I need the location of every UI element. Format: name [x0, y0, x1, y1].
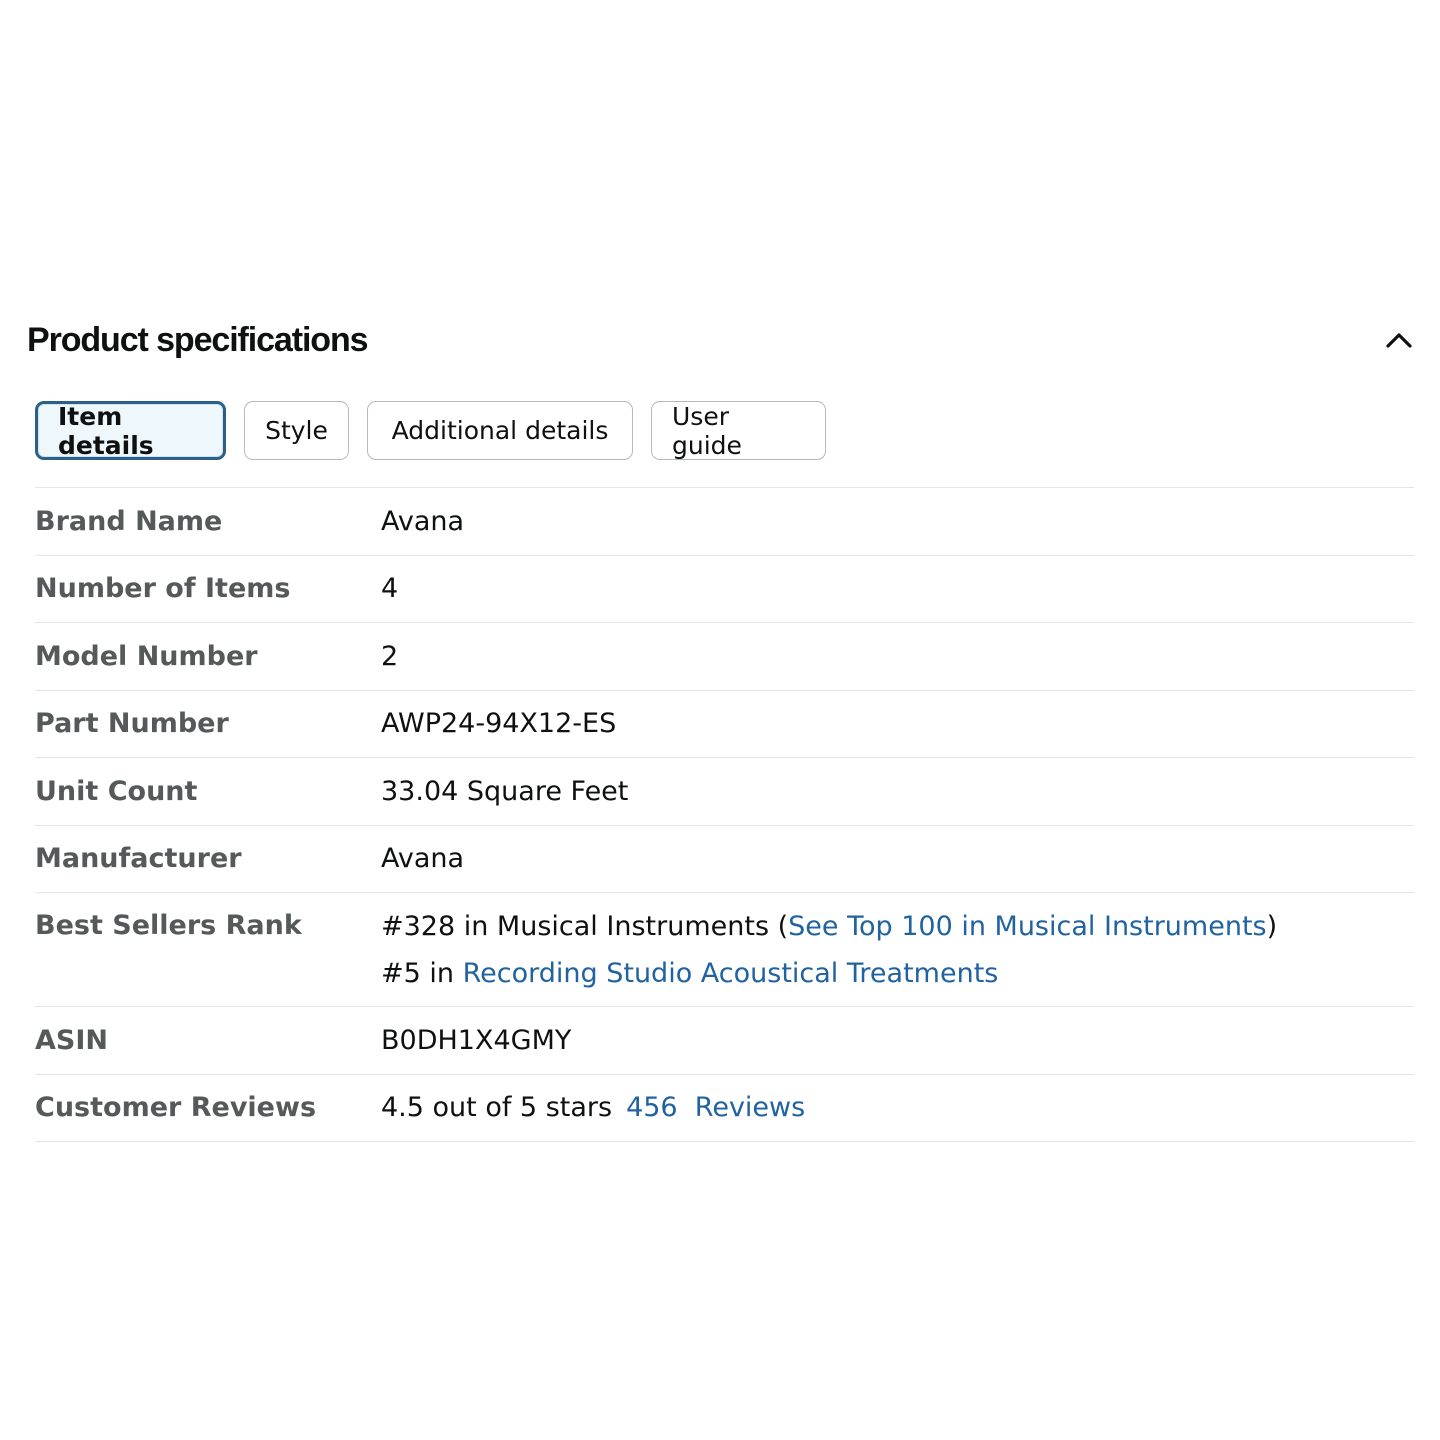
spec-row-best-sellers-rank: Best Sellers Rank #328 in Musical Instru…	[35, 893, 1414, 1007]
rating-text: 4.5 out of 5 stars	[381, 1092, 613, 1124]
tab-style[interactable]: Style	[244, 401, 349, 460]
spec-row-brand-name: Brand Name Avana	[35, 488, 1414, 556]
tab-item-details[interactable]: Item details	[35, 401, 226, 460]
spec-value: Avana	[381, 843, 465, 875]
spec-row-customer-reviews: Customer Reviews 4.5 out of 5 stars 456 R…	[35, 1075, 1414, 1142]
spec-value: 4	[381, 573, 399, 605]
spec-value: AWP24-94X12-ES	[381, 708, 617, 740]
tab-user-guide[interactable]: User guide	[651, 401, 826, 460]
section-title: Product specifications	[27, 321, 369, 359]
spec-value: 2	[381, 640, 399, 672]
spec-table: Brand Name Avana Number of Items 4 Model…	[35, 487, 1414, 1142]
rank-2-text: #5 in	[381, 957, 463, 989]
category-link[interactable]: Recording Studio Acoustical Treatments	[463, 958, 999, 989]
tab-additional-details[interactable]: Additional details	[367, 401, 633, 460]
spec-row-part-number: Part Number AWP24-94X12-ES	[35, 691, 1414, 758]
spec-label: Model Number	[35, 640, 258, 672]
collapse-button[interactable]	[1381, 322, 1417, 358]
reviews-link[interactable]: 456 Reviews	[626, 1092, 805, 1123]
spec-row-number-of-items: Number of Items 4	[35, 556, 1414, 623]
spec-row-model-number: Model Number 2	[35, 623, 1414, 691]
spec-row-asin: ASIN B0DH1X4GMY	[35, 1007, 1414, 1075]
review-count[interactable]: 456	[626, 1092, 678, 1123]
spec-value-rank: #328 in Musical Instruments (See Top 100…	[381, 903, 1414, 997]
spec-label: Unit Count	[35, 775, 198, 807]
spec-label: Manufacturer	[35, 843, 242, 875]
rank-line-2: #5 in Recording Studio Acoustical Treatm…	[381, 950, 1414, 997]
spec-row-manufacturer: Manufacturer Avana	[35, 826, 1414, 893]
spec-label: ASIN	[35, 1024, 108, 1056]
spec-value: B0DH1X4GMY	[381, 1024, 572, 1056]
spec-label: Best Sellers Rank	[35, 910, 302, 941]
spec-value: 33.04 Square Feet	[381, 775, 629, 807]
spec-value: Avana	[381, 505, 465, 537]
spec-label: Customer Reviews	[35, 1092, 317, 1124]
chevron-up-icon	[1386, 333, 1412, 348]
spec-label: Number of Items	[35, 573, 291, 605]
spec-label: Brand Name	[35, 505, 223, 537]
spec-row-unit-count: Unit Count 33.04 Square Feet	[35, 758, 1414, 826]
section-header: Product specifications	[27, 318, 1417, 362]
spec-label: Part Number	[35, 708, 229, 740]
spec-value-reviews: 4.5 out of 5 stars 456 Reviews	[381, 1084, 1414, 1131]
rank-line-1: #328 in Musical Instruments (See Top 100…	[381, 903, 1414, 950]
review-count-label[interactable]: Reviews	[695, 1092, 805, 1123]
rank-1-text: #328 in Musical Instruments (	[381, 910, 789, 942]
rank-1-suffix: )	[1266, 910, 1278, 942]
top-100-link[interactable]: See Top 100 in Musical Instruments	[788, 911, 1266, 942]
spec-tabs: Item details Style Additional details Us…	[35, 401, 826, 460]
